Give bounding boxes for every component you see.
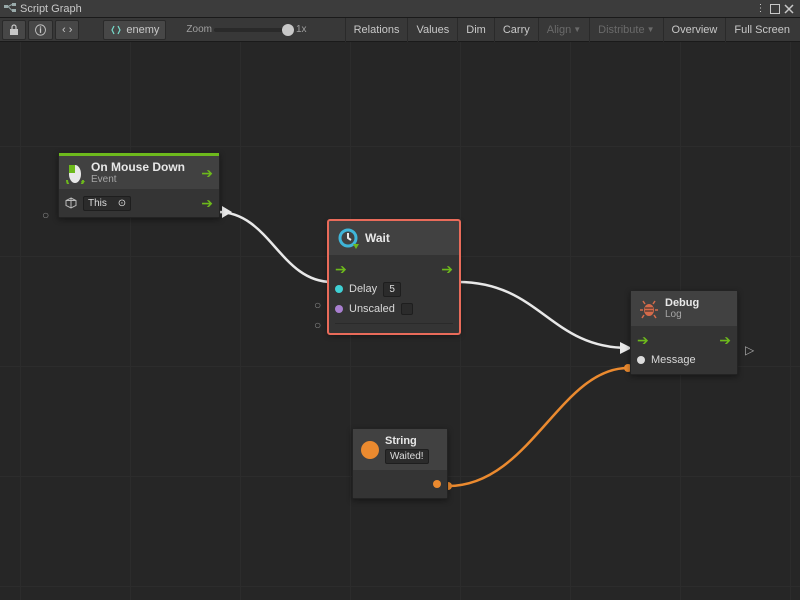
tab-fullscreen[interactable]: Full Screen [725, 18, 798, 42]
graph-icon [4, 3, 16, 15]
node-on-mouse-down[interactable]: On Mouse Down Event ➔ This ⊙ ➔ [58, 152, 220, 218]
window-menu-icon[interactable]: ⋮ [754, 2, 768, 16]
string-value-input[interactable]: Waited! [385, 449, 429, 464]
tab-overview[interactable]: Overview [663, 18, 726, 42]
object-port[interactable] [637, 356, 645, 364]
window-title: Script Graph [20, 3, 82, 15]
node-subtitle: Event [91, 174, 185, 185]
code-button[interactable]: ‹ › [55, 20, 79, 40]
node-title: Debug [665, 297, 699, 309]
node-title: On Mouse Down [91, 160, 185, 174]
external-port[interactable]: ○ [42, 208, 49, 222]
object-picker-icon: ⊙ [118, 198, 126, 209]
unscaled-label: Unscaled [349, 303, 395, 315]
flow-in-port[interactable]: ➔ [335, 264, 347, 274]
chevron-down-icon: ▼ [573, 25, 581, 34]
tab-distribute[interactable]: Distribute▼ [589, 18, 662, 42]
external-port[interactable]: ○ [314, 318, 321, 332]
flow-in-port[interactable]: ➔ [637, 335, 649, 345]
tab-carry[interactable]: Carry [494, 18, 538, 42]
node-wait[interactable]: Wait ➔ ➔ Delay 5 Unscaled [328, 220, 460, 334]
flow-out-port[interactable]: ➔ [441, 264, 453, 274]
chevron-down-icon: ▼ [647, 25, 655, 34]
cube-icon [65, 197, 77, 209]
object-picker[interactable]: enemy [103, 20, 166, 40]
wait-icon [337, 227, 359, 249]
window-maximize-icon[interactable] [768, 2, 782, 16]
zoom-label: Zoom [186, 24, 212, 35]
tab-align[interactable]: Align▼ [538, 18, 589, 42]
external-flow-port[interactable]: ▷ [745, 343, 754, 357]
graph-canvas[interactable]: ○ On Mouse Down Event ➔ This ⊙ ➔ [0, 42, 800, 600]
window-titlebar: Script Graph ⋮ [0, 0, 800, 18]
code-icon: ‹ › [62, 24, 72, 36]
node-debug-log[interactable]: Debug Log ➔ ➔ Message [630, 290, 738, 375]
unscaled-checkbox[interactable] [401, 303, 413, 315]
tab-dim[interactable]: Dim [457, 18, 494, 42]
string-out-port[interactable] [433, 480, 441, 488]
node-string[interactable]: String Waited! [352, 428, 448, 499]
zoom-slider[interactable] [214, 28, 294, 32]
flow-out-port[interactable]: ➔ [201, 198, 213, 208]
flow-out-icon: ➔ [201, 168, 213, 178]
info-icon: ⓘ [35, 22, 46, 38]
tab-relations[interactable]: Relations [345, 18, 408, 42]
tab-values[interactable]: Values [407, 18, 457, 42]
toolbar: ⓘ ‹ › enemy Zoom 1x Relations Values Dim… [0, 18, 800, 42]
node-title: Wait [365, 231, 390, 245]
bool-port[interactable] [335, 305, 343, 313]
window-close-icon[interactable] [782, 2, 796, 16]
bug-icon [639, 299, 659, 319]
info-button[interactable]: ⓘ [28, 20, 53, 40]
flow-out-port[interactable]: ➔ [719, 335, 731, 345]
lock-icon [9, 24, 19, 36]
node-subtitle: Log [665, 309, 699, 320]
float-port[interactable] [335, 285, 343, 293]
mouse-event-icon [65, 162, 85, 184]
object-label: enemy [126, 24, 159, 36]
delay-label: Delay [349, 283, 377, 295]
node-title: String [385, 435, 429, 447]
target-field[interactable]: This ⊙ [83, 196, 131, 211]
zoom-value: 1x [296, 24, 307, 35]
delay-input[interactable]: 5 [383, 282, 401, 297]
lock-button[interactable] [2, 20, 26, 40]
message-label: Message [651, 354, 696, 366]
external-port[interactable]: ○ [314, 298, 321, 312]
string-icon [361, 441, 379, 459]
variable-icon [110, 24, 122, 36]
